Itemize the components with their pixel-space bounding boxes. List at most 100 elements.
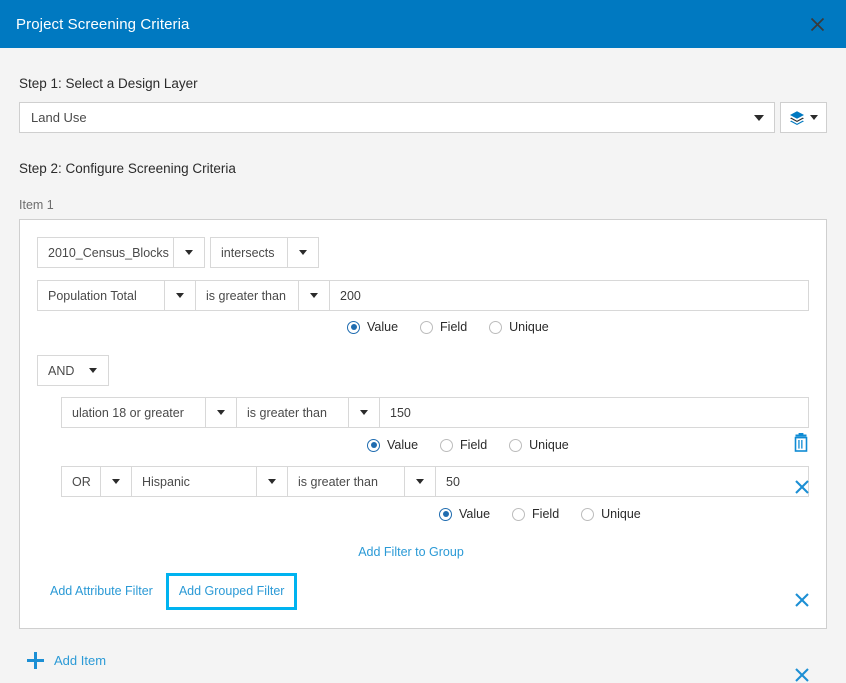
filter-field-select-caret[interactable]	[165, 280, 196, 311]
radio-label-value: Value	[387, 438, 418, 452]
radio-label-unique: Unique	[509, 320, 549, 334]
close-icon	[794, 479, 810, 495]
filter-field-select[interactable]: Population Total	[37, 280, 165, 311]
chevron-down-icon	[754, 115, 764, 121]
chevron-down-icon	[416, 479, 424, 484]
add-item-button[interactable]: Add Item	[19, 652, 827, 669]
chevron-down-icon	[176, 293, 184, 298]
remove-filter-button[interactable]	[794, 667, 810, 683]
design-layer-value: Land Use	[31, 110, 87, 125]
radio-option-unique[interactable]: Unique	[581, 507, 641, 521]
grouped-filter-operator-select-caret[interactable]	[405, 466, 436, 497]
dialog-content: Step 1: Select a Design Layer Land Use S…	[0, 76, 846, 669]
chevron-down-icon	[810, 115, 818, 120]
add-filter-to-group-link[interactable]: Add Filter to Group	[358, 545, 464, 559]
grouped-filter-row: ulation 18 or greater is greater than 15…	[61, 397, 809, 428]
layer-list-button[interactable]	[780, 102, 827, 133]
radio-button-field[interactable]	[420, 321, 433, 334]
dialog-title: Project Screening Criteria	[16, 16, 190, 33]
radio-option-value[interactable]: Value	[439, 507, 490, 521]
radio-label-value: Value	[367, 320, 398, 334]
radio-option-value[interactable]: Value	[367, 438, 418, 452]
design-layer-row: Land Use	[19, 102, 827, 133]
grouped-filter-operator-select[interactable]: is greater than	[288, 466, 405, 497]
grouped-filter-field-select-caret[interactable]	[257, 466, 288, 497]
grouped-filter-input-type-radios: Value Field Unique	[61, 502, 809, 526]
grouped-filter-operator-select[interactable]: is greater than	[237, 397, 349, 428]
plus-icon	[27, 652, 44, 669]
source-layer-select-caret[interactable]	[174, 237, 205, 268]
radio-button-unique[interactable]	[509, 439, 522, 452]
radio-option-unique[interactable]: Unique	[509, 438, 569, 452]
chevron-down-icon	[89, 368, 97, 373]
grouped-filter-input-type-radios: Value Field Unique	[61, 433, 809, 457]
radio-button-value[interactable]	[439, 508, 452, 521]
radio-option-field[interactable]: Field	[420, 320, 467, 334]
radio-button-value[interactable]	[347, 321, 360, 334]
chevron-down-icon	[299, 250, 307, 255]
layers-stack-icon	[789, 110, 805, 126]
delete-item-button[interactable]	[792, 433, 810, 452]
grouped-filter-value-input[interactable]: 50	[436, 466, 809, 497]
radio-button-value[interactable]	[367, 439, 380, 452]
add-attribute-filter-button[interactable]: Add Attribute Filter	[37, 573, 166, 610]
close-icon	[794, 592, 810, 608]
chevron-down-icon	[185, 250, 193, 255]
radio-button-unique[interactable]	[489, 321, 502, 334]
step1-label: Step 1: Select a Design Layer	[19, 76, 827, 91]
criteria-card-footer: Add Attribute Filter Add Grouped Filter	[37, 573, 809, 610]
add-filter-to-group-row: Add Filter to Group	[37, 544, 809, 559]
dialog-titlebar: Project Screening Criteria	[0, 0, 846, 48]
radio-option-field[interactable]: Field	[512, 507, 559, 521]
close-icon	[794, 667, 810, 683]
chevron-down-icon	[217, 410, 225, 415]
radio-button-field[interactable]	[440, 439, 453, 452]
filter-operator-select-caret[interactable]	[299, 280, 330, 311]
grouped-filter-conjunction-select[interactable]: OR	[61, 466, 101, 497]
filter-row: Population Total is greater than 200	[37, 280, 809, 311]
grouped-filter-field-select-caret[interactable]	[206, 397, 237, 428]
grouped-filter-conjunction-caret[interactable]	[101, 466, 132, 497]
radio-button-field[interactable]	[512, 508, 525, 521]
filter-input-type-radios: Value Field Unique	[37, 315, 809, 339]
radio-button-unique[interactable]	[581, 508, 594, 521]
radio-label-value: Value	[459, 507, 490, 521]
add-grouped-filter-button[interactable]: Add Grouped Filter	[166, 573, 298, 610]
item-label: Item 1	[19, 198, 827, 212]
radio-label-field: Field	[440, 320, 467, 334]
dialog-close-button[interactable]	[802, 9, 832, 39]
group-logic-select[interactable]: AND	[37, 355, 109, 386]
chevron-down-icon	[268, 479, 276, 484]
radio-label-field: Field	[460, 438, 487, 452]
spatial-relation-select-caret[interactable]	[288, 237, 319, 268]
radio-label-unique: Unique	[529, 438, 569, 452]
radio-option-value[interactable]: Value	[347, 320, 398, 334]
source-layer-select[interactable]: 2010_Census_Blocks	[37, 237, 174, 268]
source-layer-row: 2010_Census_Blocks intersects	[37, 237, 809, 268]
grouped-filter-field-select[interactable]: ulation 18 or greater	[61, 397, 206, 428]
radio-option-unique[interactable]: Unique	[489, 320, 549, 334]
remove-filter-button[interactable]	[794, 592, 810, 608]
criteria-card: 2010_Census_Blocks intersects Population…	[19, 219, 827, 629]
trash-icon	[792, 433, 810, 452]
step2-label: Step 2: Configure Screening Criteria	[19, 161, 827, 176]
design-layer-select[interactable]: Land Use	[19, 102, 775, 133]
radio-label-field: Field	[532, 507, 559, 521]
chevron-down-icon	[360, 410, 368, 415]
group-logic-value: AND	[48, 364, 89, 378]
remove-filter-button[interactable]	[794, 479, 810, 495]
radio-option-field[interactable]: Field	[440, 438, 487, 452]
spatial-relation-select[interactable]: intersects	[210, 237, 288, 268]
close-icon	[809, 16, 826, 33]
grouped-filter-field-select[interactable]: Hispanic	[132, 466, 257, 497]
chevron-down-icon	[310, 293, 318, 298]
radio-label-unique: Unique	[601, 507, 641, 521]
grouped-filter-value-input[interactable]: 150	[380, 397, 809, 428]
filter-operator-select[interactable]: is greater than	[196, 280, 299, 311]
grouped-filter-row: OR Hispanic is greater than 50	[61, 466, 809, 497]
add-item-label: Add Item	[54, 653, 106, 668]
chevron-down-icon	[112, 479, 120, 484]
filter-value-input[interactable]: 200	[330, 280, 809, 311]
grouped-filter-operator-select-caret[interactable]	[349, 397, 380, 428]
group-logic-row: AND	[37, 355, 109, 386]
